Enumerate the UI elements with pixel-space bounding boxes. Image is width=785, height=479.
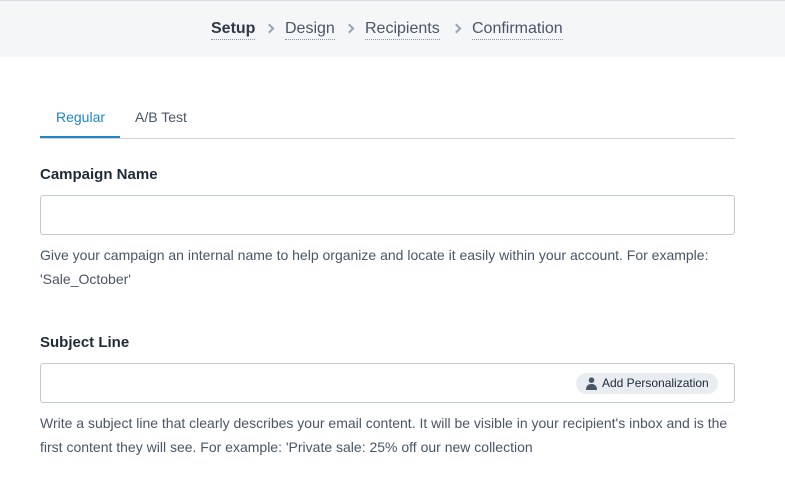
active-tab-indicator [40,136,120,138]
tab-ab-test[interactable]: A/B Test [135,109,187,125]
chevron-right-icon [451,23,462,34]
steps-bar: Setup Design Recipients Confirmation [0,0,785,57]
campaign-name-input[interactable] [40,195,735,235]
step-recipients[interactable]: Recipients [365,19,440,40]
step-design[interactable]: Design [285,19,335,40]
step-setup[interactable]: Setup [211,19,256,40]
subject-line-help: Write a subject line that clearly descri… [40,415,728,455]
add-personalization-button[interactable]: Add Personalization [576,373,718,394]
subject-line-label: Subject Line [40,334,130,351]
campaign-name-label: Campaign Name [40,166,158,183]
step-confirmation[interactable]: Confirmation [472,19,563,40]
add-personalization-label: Add Personalization [602,376,709,390]
breadcrumb: Setup Design Recipients Confirmation [0,1,785,58]
user-icon [586,377,597,390]
chevron-right-icon [264,23,275,34]
tab-regular[interactable]: Regular [56,109,105,125]
chevron-right-icon [344,23,355,34]
campaign-name-help: Give your campaign an internal name to h… [40,247,709,287]
campaign-type-tabs: Regular A/B Test [40,97,735,139]
